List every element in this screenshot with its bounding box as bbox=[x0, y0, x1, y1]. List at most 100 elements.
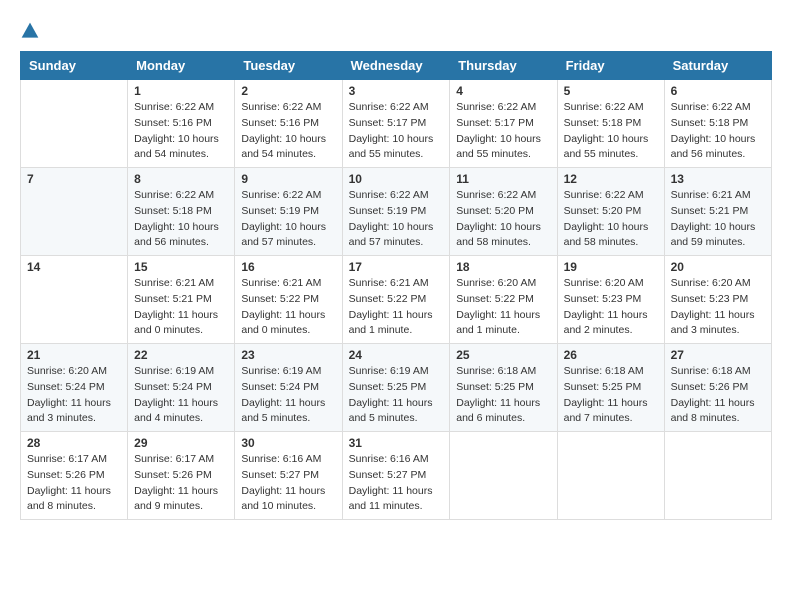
calendar-cell: 21Sunrise: 6:20 AMSunset: 5:24 PMDayligh… bbox=[21, 344, 128, 432]
day-info-line: Daylight: 10 hours bbox=[134, 220, 228, 236]
day-info-line: and 3 minutes. bbox=[27, 411, 121, 427]
weekday-header-friday: Friday bbox=[557, 52, 664, 80]
week-row-1: 78Sunrise: 6:22 AMSunset: 5:18 PMDayligh… bbox=[21, 168, 772, 256]
weekday-header-tuesday: Tuesday bbox=[235, 52, 342, 80]
day-info-line: Sunrise: 6:22 AM bbox=[134, 100, 228, 116]
day-info-line: Sunset: 5:26 PM bbox=[27, 468, 121, 484]
day-info-line: Daylight: 10 hours bbox=[456, 132, 550, 148]
calendar-cell: 12Sunrise: 6:22 AMSunset: 5:20 PMDayligh… bbox=[557, 168, 664, 256]
day-info-line: Sunrise: 6:22 AM bbox=[241, 188, 335, 204]
day-info-line: and 9 minutes. bbox=[134, 499, 228, 515]
day-info-line: and 10 minutes. bbox=[241, 499, 335, 515]
day-info-line: Sunset: 5:18 PM bbox=[671, 116, 765, 132]
day-info-line: Sunset: 5:25 PM bbox=[349, 380, 444, 396]
day-info-line: Daylight: 11 hours bbox=[564, 308, 658, 324]
day-info-line: Sunset: 5:17 PM bbox=[349, 116, 444, 132]
day-info-line: and 1 minute. bbox=[349, 323, 444, 339]
day-info-line: and 54 minutes. bbox=[134, 147, 228, 163]
weekday-header-wednesday: Wednesday bbox=[342, 52, 450, 80]
day-info-line: and 5 minutes. bbox=[241, 411, 335, 427]
day-info-line: Sunset: 5:22 PM bbox=[349, 292, 444, 308]
day-number: 16 bbox=[241, 260, 335, 274]
day-info-line: Sunrise: 6:22 AM bbox=[671, 100, 765, 116]
weekday-header-monday: Monday bbox=[128, 52, 235, 80]
day-number: 21 bbox=[27, 348, 121, 362]
day-number: 24 bbox=[349, 348, 444, 362]
day-info-line: Daylight: 10 hours bbox=[671, 220, 765, 236]
day-info-line: Sunset: 5:16 PM bbox=[134, 116, 228, 132]
day-info-line: and 58 minutes. bbox=[564, 235, 658, 251]
day-number: 31 bbox=[349, 436, 444, 450]
day-info-line: and 0 minutes. bbox=[241, 323, 335, 339]
day-info-line: Daylight: 11 hours bbox=[241, 484, 335, 500]
day-info-line: Sunset: 5:20 PM bbox=[564, 204, 658, 220]
day-info-line: Sunset: 5:19 PM bbox=[349, 204, 444, 220]
week-row-4: 28Sunrise: 6:17 AMSunset: 5:26 PMDayligh… bbox=[21, 432, 772, 520]
day-info-line: Daylight: 11 hours bbox=[456, 308, 550, 324]
calendar-cell: 22Sunrise: 6:19 AMSunset: 5:24 PMDayligh… bbox=[128, 344, 235, 432]
day-info-line: Sunset: 5:18 PM bbox=[564, 116, 658, 132]
day-info-line: Daylight: 11 hours bbox=[134, 484, 228, 500]
day-number: 12 bbox=[564, 172, 658, 186]
day-info-line: Sunset: 5:23 PM bbox=[671, 292, 765, 308]
day-info-line: Sunrise: 6:22 AM bbox=[564, 100, 658, 116]
calendar-cell: 13Sunrise: 6:21 AMSunset: 5:21 PMDayligh… bbox=[664, 168, 771, 256]
day-info-line: Sunrise: 6:22 AM bbox=[456, 100, 550, 116]
week-row-0: 1Sunrise: 6:22 AMSunset: 5:16 PMDaylight… bbox=[21, 80, 772, 168]
calendar-cell: 26Sunrise: 6:18 AMSunset: 5:25 PMDayligh… bbox=[557, 344, 664, 432]
day-number: 15 bbox=[134, 260, 228, 274]
day-info-line: Daylight: 10 hours bbox=[564, 132, 658, 148]
calendar-cell: 4Sunrise: 6:22 AMSunset: 5:17 PMDaylight… bbox=[450, 80, 557, 168]
day-info-line: Sunset: 5:27 PM bbox=[349, 468, 444, 484]
day-info-line: and 1 minute. bbox=[456, 323, 550, 339]
calendar-cell: 29Sunrise: 6:17 AMSunset: 5:26 PMDayligh… bbox=[128, 432, 235, 520]
day-info-line: Sunrise: 6:17 AM bbox=[134, 452, 228, 468]
day-info-line: Sunset: 5:22 PM bbox=[456, 292, 550, 308]
day-info-line: Daylight: 11 hours bbox=[27, 396, 121, 412]
week-row-3: 21Sunrise: 6:20 AMSunset: 5:24 PMDayligh… bbox=[21, 344, 772, 432]
day-info-line: and 55 minutes. bbox=[456, 147, 550, 163]
day-info-line: Sunset: 5:25 PM bbox=[564, 380, 658, 396]
day-info-line: Sunset: 5:20 PM bbox=[456, 204, 550, 220]
day-info-line: and 8 minutes. bbox=[671, 411, 765, 427]
day-info-line: Daylight: 10 hours bbox=[564, 220, 658, 236]
day-info-line: Daylight: 10 hours bbox=[241, 132, 335, 148]
day-info-line: Sunset: 5:24 PM bbox=[241, 380, 335, 396]
calendar-cell: 9Sunrise: 6:22 AMSunset: 5:19 PMDaylight… bbox=[235, 168, 342, 256]
day-info-line: Sunset: 5:24 PM bbox=[134, 380, 228, 396]
day-info-line: Daylight: 11 hours bbox=[671, 308, 765, 324]
weekday-header-row: SundayMondayTuesdayWednesdayThursdayFrid… bbox=[21, 52, 772, 80]
day-number: 7 bbox=[27, 172, 121, 186]
day-number: 19 bbox=[564, 260, 658, 274]
day-number: 11 bbox=[456, 172, 550, 186]
day-info-line: Sunrise: 6:18 AM bbox=[564, 364, 658, 380]
day-info-line: Daylight: 11 hours bbox=[349, 484, 444, 500]
day-number: 4 bbox=[456, 84, 550, 98]
day-info-line: Sunrise: 6:19 AM bbox=[349, 364, 444, 380]
day-info-line: Sunset: 5:27 PM bbox=[241, 468, 335, 484]
day-info-line: Sunset: 5:21 PM bbox=[134, 292, 228, 308]
day-number: 20 bbox=[671, 260, 765, 274]
day-number: 2 bbox=[241, 84, 335, 98]
day-info-line: and 2 minutes. bbox=[564, 323, 658, 339]
day-info-line: Sunrise: 6:18 AM bbox=[456, 364, 550, 380]
day-info-line: Sunset: 5:22 PM bbox=[241, 292, 335, 308]
day-info-line: Sunset: 5:21 PM bbox=[671, 204, 765, 220]
logo bbox=[20, 20, 44, 41]
day-info-line: and 56 minutes. bbox=[134, 235, 228, 251]
day-info-line: Sunset: 5:26 PM bbox=[671, 380, 765, 396]
day-info-line: Sunrise: 6:22 AM bbox=[349, 100, 444, 116]
calendar-cell: 2Sunrise: 6:22 AMSunset: 5:16 PMDaylight… bbox=[235, 80, 342, 168]
calendar-cell bbox=[557, 432, 664, 520]
day-info-line: Daylight: 11 hours bbox=[134, 308, 228, 324]
day-number: 26 bbox=[564, 348, 658, 362]
day-info-line: Sunset: 5:24 PM bbox=[27, 380, 121, 396]
day-info-line: Sunset: 5:19 PM bbox=[241, 204, 335, 220]
day-info-line: Sunrise: 6:16 AM bbox=[349, 452, 444, 468]
day-info-line: and 57 minutes. bbox=[349, 235, 444, 251]
calendar-cell: 24Sunrise: 6:19 AMSunset: 5:25 PMDayligh… bbox=[342, 344, 450, 432]
page-header bbox=[20, 20, 772, 41]
day-number: 22 bbox=[134, 348, 228, 362]
day-number: 13 bbox=[671, 172, 765, 186]
day-info-line: Sunrise: 6:20 AM bbox=[671, 276, 765, 292]
